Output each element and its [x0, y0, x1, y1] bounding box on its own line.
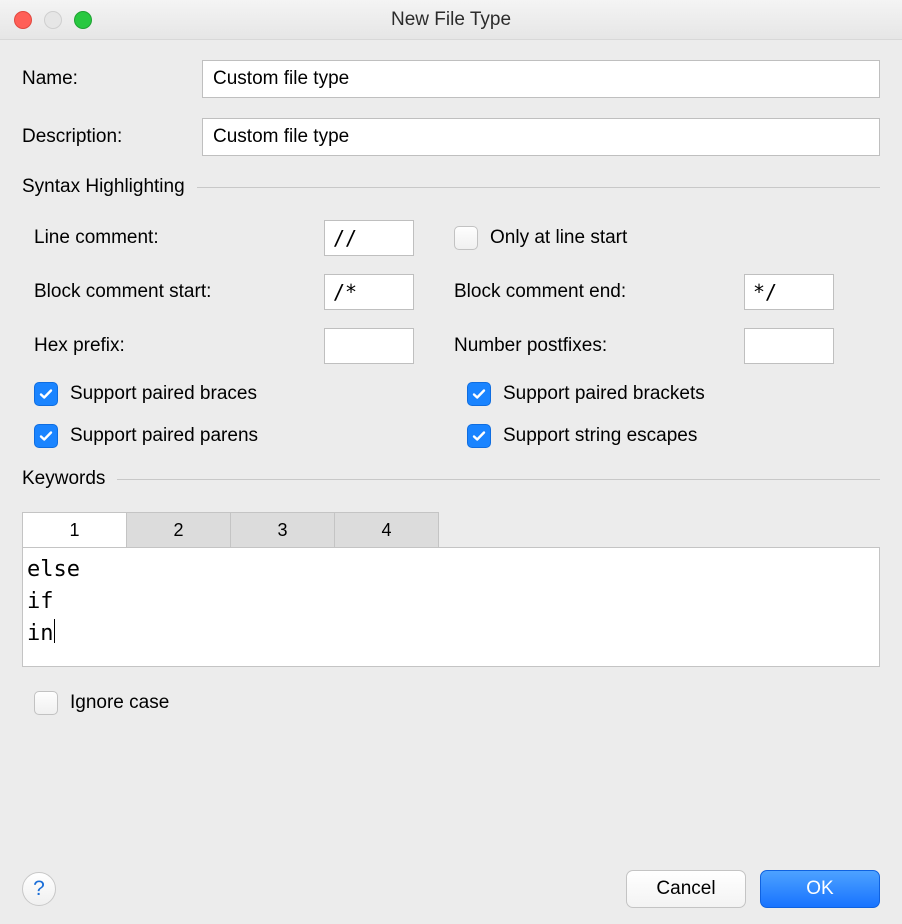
- only-at-line-start-checkbox[interactable]: [454, 226, 478, 250]
- cancel-button[interactable]: Cancel: [626, 870, 746, 908]
- number-postfixes-input[interactable]: [744, 328, 834, 364]
- keyword-tab-4[interactable]: 4: [335, 512, 439, 548]
- minimize-window-icon[interactable]: [44, 11, 62, 29]
- ignore-case-label: Ignore case: [70, 692, 169, 714]
- support-paired-brackets-checkbox[interactable]: [467, 382, 491, 406]
- section-title-keywords: Keywords: [22, 468, 105, 490]
- block-comment-start-label: Block comment start:: [34, 281, 324, 303]
- syntax-highlighting-section: Syntax Highlighting: [22, 176, 880, 198]
- line-comment-label: Line comment:: [34, 227, 324, 249]
- keyword-tab-3[interactable]: 3: [231, 512, 335, 548]
- description-label: Description:: [22, 126, 202, 148]
- zoom-window-icon[interactable]: [74, 11, 92, 29]
- hex-prefix-label: Hex prefix:: [34, 335, 324, 357]
- support-string-escapes-label: Support string escapes: [503, 425, 697, 447]
- divider: [117, 479, 880, 480]
- ok-button[interactable]: OK: [760, 870, 880, 908]
- ignore-case-checkbox[interactable]: [34, 691, 58, 715]
- block-comment-end-label: Block comment end:: [454, 281, 744, 303]
- help-button[interactable]: ?: [22, 872, 56, 906]
- window-title: New File Type: [0, 9, 902, 31]
- support-string-escapes-checkbox[interactable]: [467, 424, 491, 448]
- description-input[interactable]: [202, 118, 880, 156]
- support-paired-braces-checkbox[interactable]: [34, 382, 58, 406]
- support-paired-parens-label: Support paired parens: [70, 425, 258, 447]
- line-comment-input[interactable]: [324, 220, 414, 256]
- keyword-tabs: 1234: [22, 512, 880, 548]
- support-paired-parens-checkbox[interactable]: [34, 424, 58, 448]
- divider: [197, 187, 880, 188]
- traffic-lights: [0, 11, 92, 29]
- section-title-syntax: Syntax Highlighting: [22, 176, 185, 198]
- keyword-tab-1[interactable]: 1: [23, 512, 127, 548]
- support-paired-brackets-label: Support paired brackets: [503, 383, 705, 405]
- support-paired-braces-label: Support paired braces: [70, 383, 257, 405]
- keywords-textarea[interactable]: else if in: [22, 547, 880, 667]
- only-at-line-start-label: Only at line start: [490, 227, 627, 249]
- name-input[interactable]: [202, 60, 880, 98]
- keywords-section: Keywords: [22, 468, 880, 490]
- block-comment-start-input[interactable]: [324, 274, 414, 310]
- hex-prefix-input[interactable]: [324, 328, 414, 364]
- name-label: Name:: [22, 68, 202, 90]
- close-window-icon[interactable]: [14, 11, 32, 29]
- titlebar: New File Type: [0, 0, 902, 40]
- number-postfixes-label: Number postfixes:: [454, 335, 744, 357]
- keyword-tab-2[interactable]: 2: [127, 512, 231, 548]
- block-comment-end-input[interactable]: [744, 274, 834, 310]
- text-cursor: [54, 619, 55, 643]
